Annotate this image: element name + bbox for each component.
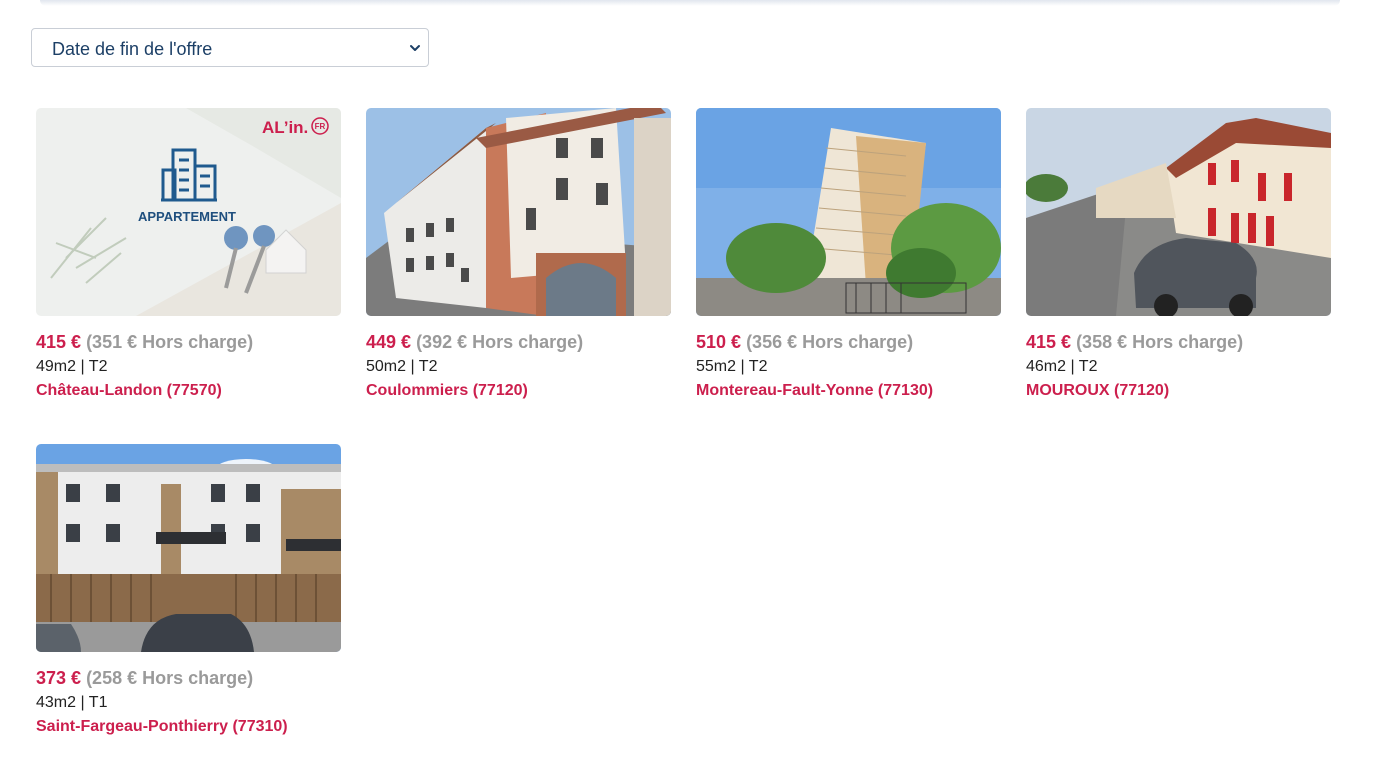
room-type: T2 xyxy=(748,358,768,375)
separator: | xyxy=(80,358,85,375)
price-excluding-charges: (351 € Hors charge) xyxy=(86,332,254,352)
room-type: T2 xyxy=(418,358,438,375)
svg-text:AL’in.: AL’in. xyxy=(262,118,308,137)
price-line: 449 € (392 € Hors charge) xyxy=(366,332,583,353)
room-type: T2 xyxy=(1078,358,1098,375)
price-line: 415 € (351 € Hors charge) xyxy=(36,332,253,353)
listing-details: 49m2 | T2 xyxy=(36,358,107,376)
chevron-down-icon xyxy=(410,45,420,51)
surface: 46m2 xyxy=(1026,358,1067,375)
price-excluding-charges: (258 € Hors charge) xyxy=(86,668,254,688)
price-line: 415 € (358 € Hors charge) xyxy=(1026,332,1243,353)
listing-photo[interactable] xyxy=(36,444,341,652)
separator: | xyxy=(80,694,85,711)
surface: 49m2 xyxy=(36,358,77,375)
listing-details: 46m2 | T2 xyxy=(1026,358,1097,376)
surface: 50m2 xyxy=(366,358,407,375)
room-type: T1 xyxy=(88,694,108,711)
listing-card[interactable]: 449 € (392 € Hors charge) 50m2 | T2 Coul… xyxy=(366,108,671,408)
room-type: T2 xyxy=(88,358,108,375)
listing-card[interactable]: 510 € (356 € Hors charge) 55m2 | T2 Mont… xyxy=(696,108,1001,408)
listing-details: 55m2 | T2 xyxy=(696,358,767,376)
sort-select-value: Date de fin de l'offre xyxy=(52,39,213,59)
price-excluding-charges: (356 € Hors charge) xyxy=(746,332,914,352)
listing-photo[interactable] xyxy=(1026,108,1331,316)
listing-photo[interactable]: APPARTEMENT AL’in. FR xyxy=(36,108,341,316)
price: 415 € xyxy=(1026,332,1072,352)
price: 415 € xyxy=(36,332,82,352)
listing-city[interactable]: Saint-Fargeau-Ponthierry (77310) xyxy=(36,718,288,736)
listing-city[interactable]: MOUROUX (77120) xyxy=(1026,382,1169,400)
listing-city[interactable]: Château-Landon (77570) xyxy=(36,382,222,400)
listing-card[interactable]: 373 € (258 € Hors charge) 43m2 | T1 Sain… xyxy=(36,444,341,744)
price: 449 € xyxy=(366,332,412,352)
surface: 55m2 xyxy=(696,358,737,375)
svg-text:FR: FR xyxy=(315,122,326,131)
listing-photo[interactable] xyxy=(696,108,1001,316)
listing-photo[interactable] xyxy=(366,108,671,316)
listing-card[interactable]: APPARTEMENT AL’in. FR 415 € (351 € Hors … xyxy=(36,108,341,408)
separator: | xyxy=(1070,358,1075,375)
listing-card[interactable]: 415 € (358 € Hors charge) 46m2 | T2 MOUR… xyxy=(1026,108,1331,408)
sort-select[interactable]: Date de fin de l'offre xyxy=(31,28,429,67)
listing-city[interactable]: Coulommiers (77120) xyxy=(366,382,528,400)
price-line: 510 € (356 € Hors charge) xyxy=(696,332,913,353)
price: 510 € xyxy=(696,332,742,352)
surface: 43m2 xyxy=(36,694,77,711)
listing-details: 50m2 | T2 xyxy=(366,358,437,376)
separator: | xyxy=(410,358,415,375)
separator: | xyxy=(740,358,745,375)
svg-text:APPARTEMENT: APPARTEMENT xyxy=(138,209,236,224)
price: 373 € xyxy=(36,668,82,688)
listing-city[interactable]: Montereau-Fault-Yonne (77130) xyxy=(696,382,933,400)
header-shadow xyxy=(40,0,1340,6)
price-excluding-charges: (358 € Hors charge) xyxy=(1076,332,1244,352)
listing-details: 43m2 | T1 xyxy=(36,694,107,712)
price-line: 373 € (258 € Hors charge) xyxy=(36,668,253,689)
price-excluding-charges: (392 € Hors charge) xyxy=(416,332,584,352)
